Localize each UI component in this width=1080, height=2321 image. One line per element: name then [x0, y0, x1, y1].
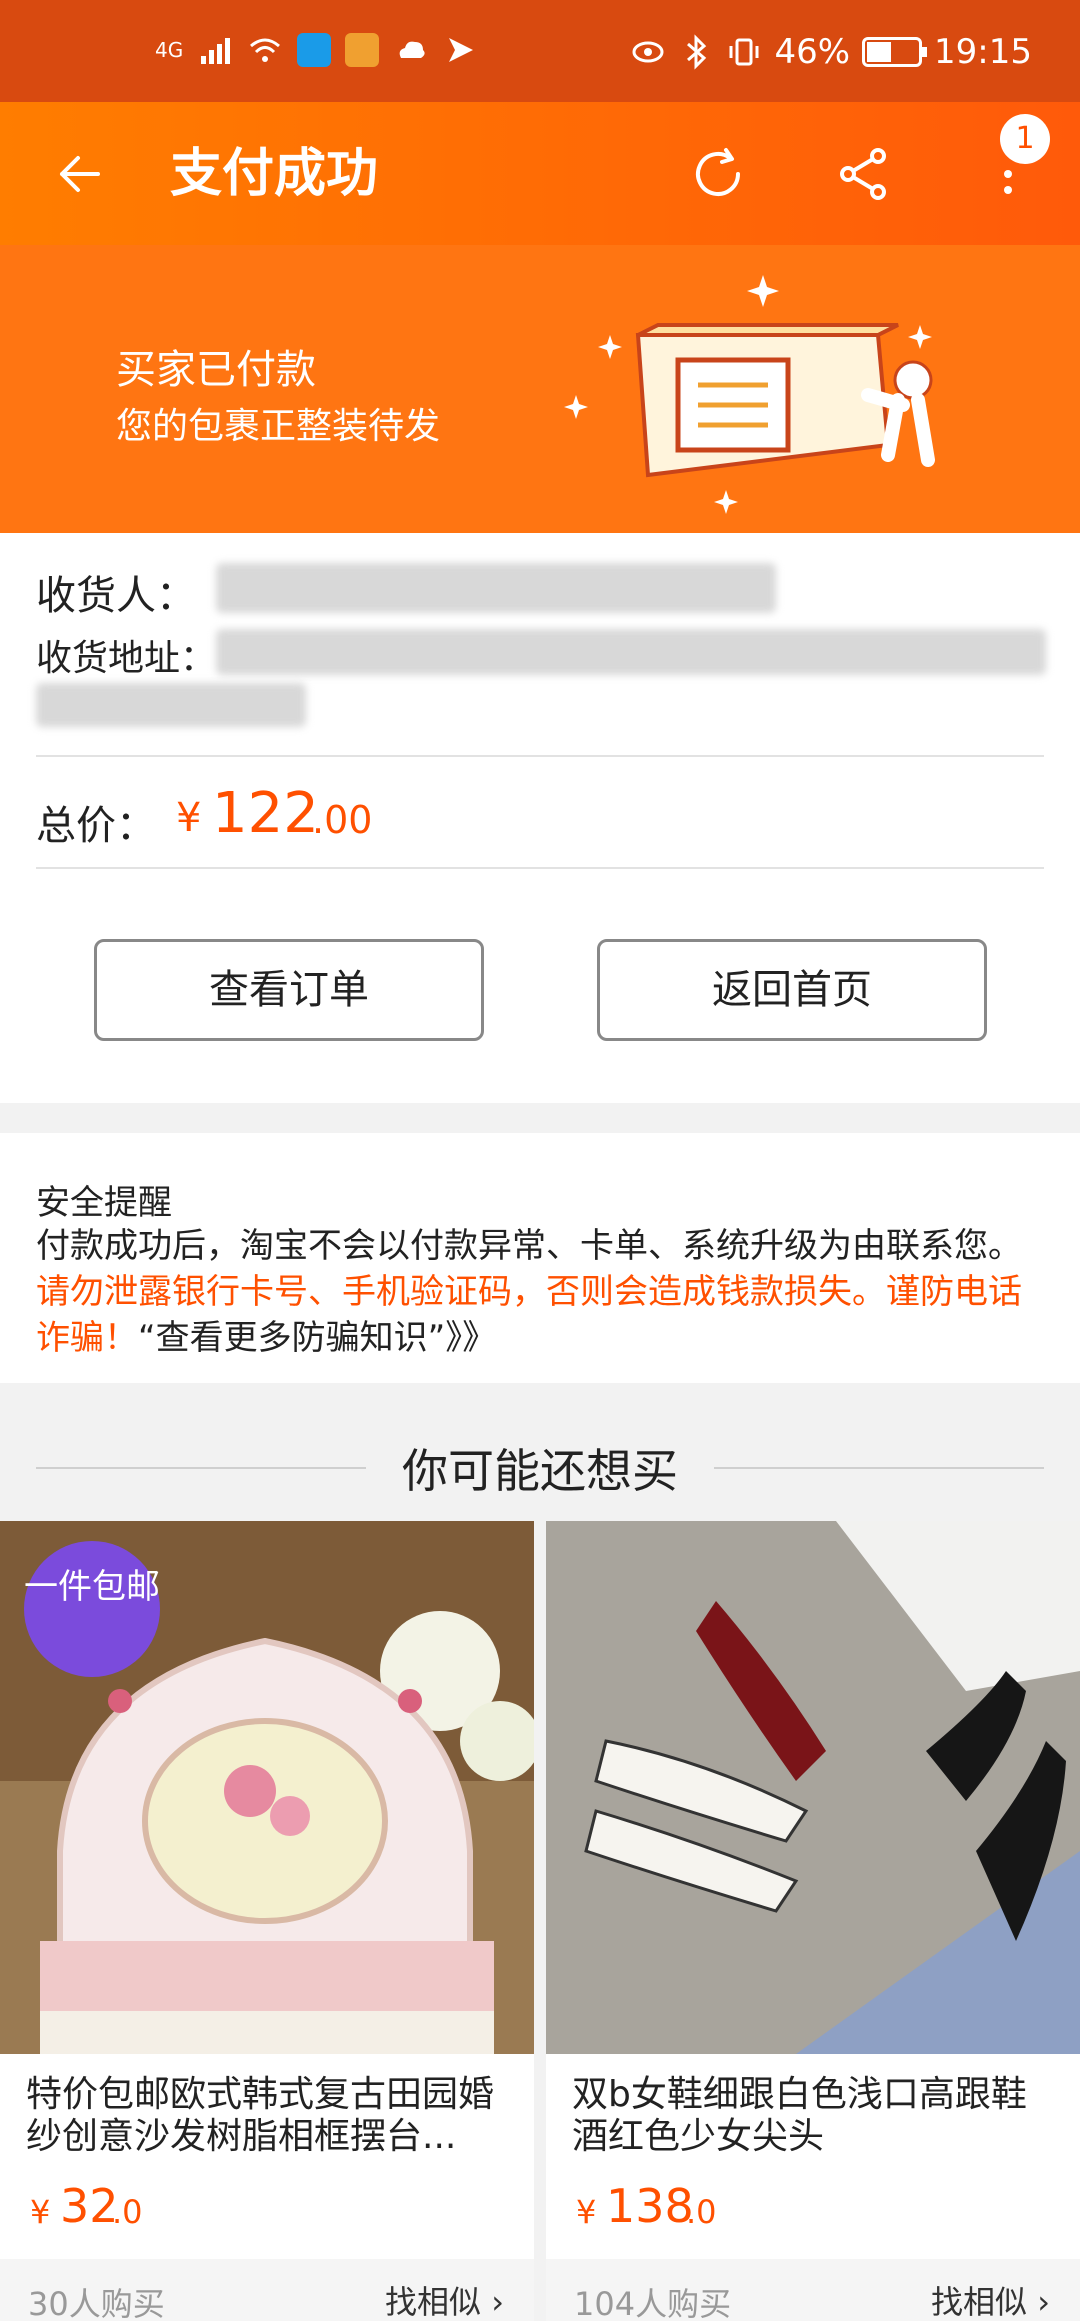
recommend-divider-right [714, 1467, 1044, 1469]
product-footer: 30人购买 找相似 › [0, 2259, 534, 2321]
divider [36, 755, 1044, 757]
safety-reminder: 安全提醒 付款成功后，淘宝不会以付款异常、卡单、系统升级为由联系您。请勿泄露银行… [0, 1133, 1080, 1383]
clock: 19:15 [934, 32, 1032, 72]
product-price-integer: 32 [60, 2179, 119, 2233]
battery-percent: 46% [774, 32, 851, 72]
product-title[interactable]: 双b女鞋细跟白色浅口高跟鞋酒红色少女尖头 [572, 2074, 1062, 2158]
total-price-decimal: .00 [312, 798, 373, 842]
shoes-product-image[interactable] [546, 1521, 1080, 2054]
top-navbar: 支付成功 1 [0, 102, 1080, 245]
order-info-card: 收货人： 收货地址： 总价： ¥ 122 .00 查看订单 返回首页 [0, 533, 1080, 1103]
cloud-icon [399, 41, 425, 58]
share-icon[interactable] [832, 142, 896, 206]
address-value-redacted-line1 [216, 629, 1046, 675]
product-price-decimal: .0 [686, 2193, 717, 2231]
total-price-integer: 122 [212, 781, 319, 846]
product-footer: 104人购买 找相似 › [546, 2259, 1080, 2321]
product-title[interactable]: 特价包邮欧式韩式复古田园婚纱创意沙发树脂相框摆台... [26, 2074, 516, 2158]
total-label: 总价： [36, 803, 156, 849]
find-similar-button[interactable]: 找相似 › [931, 2277, 1050, 2321]
receiver-value-redacted [216, 563, 776, 613]
signal-icon [201, 38, 231, 64]
page-title: 支付成功 [170, 144, 379, 204]
product-price-symbol: ¥ [576, 2193, 597, 2231]
product-price-decimal: .0 [112, 2193, 143, 2231]
signal-label: 4G [155, 38, 184, 62]
divider [36, 867, 1044, 869]
product-price-symbol: ¥ [30, 2193, 51, 2231]
package-illustration-icon [564, 275, 935, 514]
banner-subtitle: 您的包裹正整装待发 [116, 406, 441, 447]
find-similar-button[interactable]: 找相似 › [385, 2277, 504, 2321]
banner-title: 买家已付款 [116, 347, 316, 393]
total-price-symbol: ¥ [176, 795, 202, 841]
bluetooth-icon [687, 34, 707, 70]
vibrate-icon [729, 38, 759, 66]
wifi-icon [250, 38, 281, 62]
safety-text-normal: 付款成功后，淘宝不会以付款异常、卡单、系统升级为由联系您。 [36, 1226, 1022, 1266]
status-left-icons: 4G [155, 32, 479, 68]
recommend-header: 你可能还想买 [0, 1413, 1080, 1521]
back-home-button[interactable]: 返回首页 [597, 939, 987, 1041]
product-card[interactable]: 双b女鞋细跟白色浅口高跟鞋酒红色少女尖头 ¥ 138 .0 104人购买 找相似… [546, 1521, 1080, 2321]
product-sales-count: 104人购买 [574, 2285, 732, 2321]
notification-badge[interactable]: 1 [1000, 114, 1050, 164]
refresh-icon[interactable] [686, 142, 750, 206]
video-app-icon [345, 33, 380, 67]
safety-title: 安全提醒 [36, 1183, 172, 1223]
view-order-button[interactable]: 查看订单 [94, 939, 484, 1041]
back-arrow-icon[interactable] [50, 144, 110, 204]
free-shipping-badge: 一件包邮 [24, 1541, 160, 1677]
battery-icon [862, 37, 928, 67]
safety-text: 付款成功后，淘宝不会以付款异常、卡单、系统升级为由联系您。请勿泄露银行卡号、手机… [36, 1223, 1046, 1361]
send-icon [449, 38, 474, 62]
product-price-integer: 138 [606, 2179, 694, 2233]
product-card[interactable]: 一件包邮 特价包邮欧式韩式复古田园婚纱创意沙发树脂相框摆台... ¥ 32 .0… [0, 1521, 534, 2321]
status-bar: 4G 46% 19:15 [0, 0, 1080, 102]
alipay-icon [297, 33, 332, 67]
eye-icon [632, 41, 664, 63]
anti-fraud-link[interactable]: “查看更多防骗知识”》》 [138, 1318, 496, 1358]
address-value-redacted-line2 [36, 683, 306, 727]
product-sales-count: 30人购买 [28, 2285, 165, 2321]
receiver-label: 收货人： [36, 573, 196, 619]
address-label: 收货地址： [36, 638, 217, 679]
status-right-icons: 46% 19:15 [630, 32, 1032, 72]
payment-banner: 买家已付款 您的包裹正整装待发 [0, 245, 1080, 533]
